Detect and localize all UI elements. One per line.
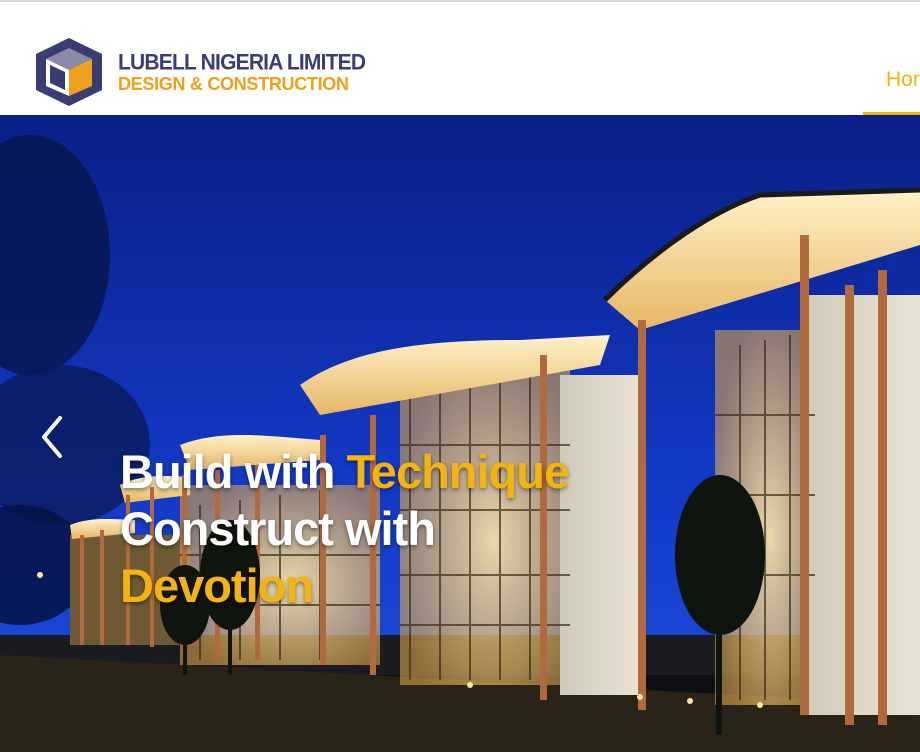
site-header: LUBELL NIGERIA LIMITED DESIGN & CONSTRUC… — [0, 2, 920, 115]
headline-technique: Technique — [346, 445, 571, 498]
hero-headline: Build with Technique Construct with Devo… — [120, 443, 571, 614]
chevron-left-icon — [42, 416, 62, 458]
hero-slider: Build with Technique Construct with Devo… — [0, 115, 920, 752]
brand-tagline: DESIGN & CONSTRUCTION — [118, 73, 349, 94]
cube-logo-icon — [36, 38, 102, 106]
headline-line-1: Build with Technique — [120, 443, 571, 500]
nav-item-home[interactable]: Hor — [886, 68, 920, 92]
headline-line-2: Construct with — [120, 502, 436, 555]
logo[interactable]: LUBELL NIGERIA LIMITED DESIGN & CONSTRUC… — [36, 38, 366, 106]
slider-prev-button[interactable] — [34, 412, 70, 462]
hero-background-image — [0, 115, 920, 752]
brand-name: LUBELL NIGERIA LIMITED — [118, 49, 366, 75]
headline-line-3: Devotion — [120, 559, 314, 612]
headline-build: Build with — [120, 445, 347, 498]
